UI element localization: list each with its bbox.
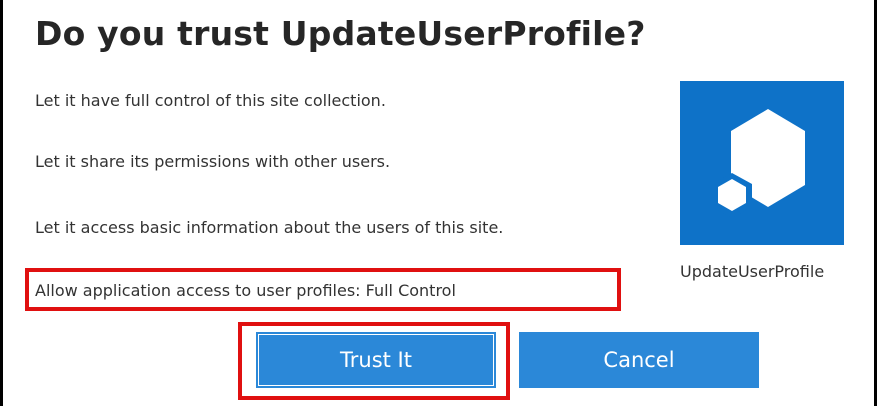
trust-dialog: Do you trust UpdateUserProfile? Let it h… [0, 0, 877, 406]
dialog-title: Do you trust UpdateUserProfile? [35, 14, 646, 53]
trust-it-button[interactable]: Trust It [256, 332, 496, 388]
highlight-permission-box [25, 268, 621, 311]
app-cube-icon [712, 109, 805, 218]
left-border [0, 0, 3, 406]
trust-it-label: Trust It [340, 348, 412, 372]
cancel-label: Cancel [603, 348, 675, 372]
permission-full-control-site: Let it have full control of this site co… [35, 91, 386, 110]
cancel-button[interactable]: Cancel [519, 332, 759, 388]
permission-basic-info: Let it access basic information about th… [35, 218, 504, 237]
app-tile [680, 81, 844, 245]
app-name-label: UpdateUserProfile [680, 262, 825, 281]
permission-share: Let it share its permissions with other … [35, 152, 391, 171]
